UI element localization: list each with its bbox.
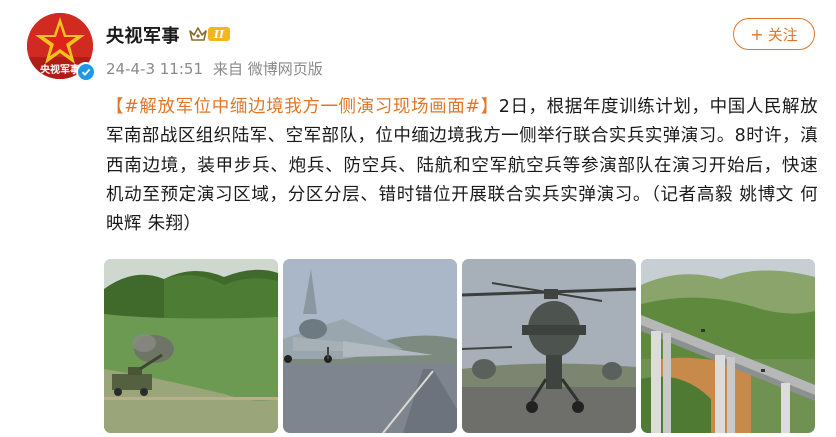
plus-icon: + [750, 24, 764, 44]
post-body: 2日，根据年度训练计划，中国人民解放军南部战区组织陆军、空军部队，位中缅边境我方… [106, 97, 819, 235]
topic-bracket-close: 】 [480, 97, 499, 117]
follow-button[interactable]: + 关注 [733, 18, 815, 50]
account-name[interactable]: 央视军事 [106, 22, 180, 48]
post-text: 【#解放军位中缅边境我方一侧演习现场画面#】2日，根据年度训练计划，中国人民解放… [106, 93, 818, 239]
topic-bracket-open: 【 [106, 97, 125, 117]
verified-badge-icon [76, 62, 95, 81]
photo-artillery[interactable] [104, 259, 278, 433]
level-number: II [208, 27, 230, 41]
photo-bridge[interactable] [641, 259, 815, 433]
crown-icon [189, 27, 207, 41]
post-meta: 24-4-3 11:51 来自 微博网页版 [106, 58, 333, 79]
level-badge[interactable]: II [189, 25, 230, 43]
post-source: 来自 微博网页版 [213, 60, 323, 78]
follow-label: 关注 [767, 25, 798, 44]
post-timestamp[interactable]: 24-4-3 11:51 [106, 60, 203, 78]
topic-link[interactable]: #解放军位中缅边境我方一侧演习现场画面# [124, 97, 480, 117]
photo-helicopters[interactable] [462, 259, 636, 433]
avatar-text: 央视军事 [40, 63, 80, 76]
photo-fighter-jet[interactable] [283, 259, 457, 433]
